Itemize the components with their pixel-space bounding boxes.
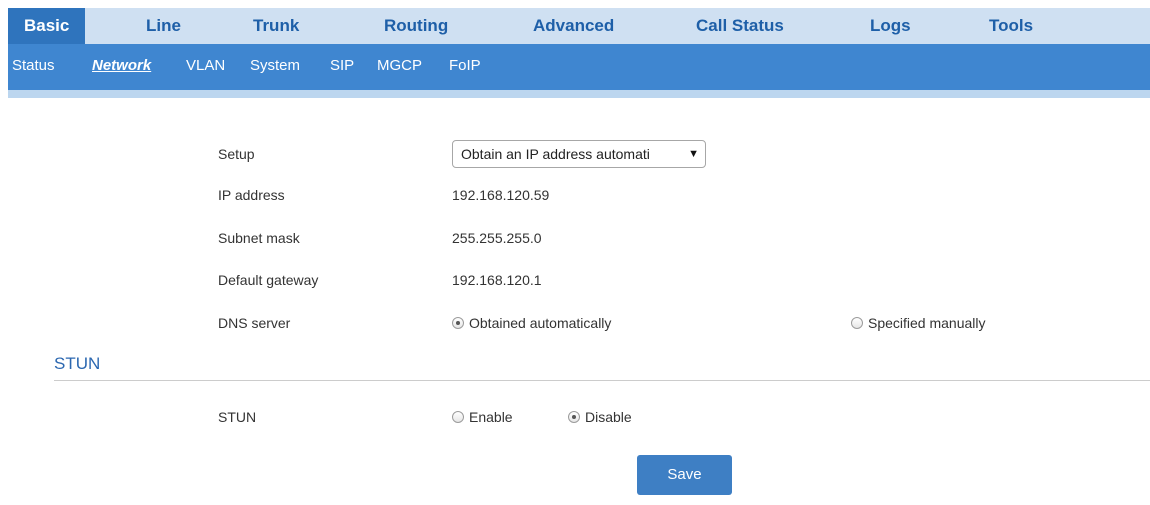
subnet-mask-label: Subnet mask	[218, 230, 300, 246]
ip-address-value: 192.168.120.59	[452, 187, 550, 203]
subtab-status[interactable]: Status	[12, 44, 55, 88]
subtab-system[interactable]: System	[250, 44, 300, 88]
tab-advanced[interactable]: Advanced	[533, 8, 614, 44]
tab-tools[interactable]: Tools	[989, 8, 1033, 44]
stun-disable-label: Disable	[585, 409, 632, 425]
subtab-mgcp[interactable]: MGCP	[377, 44, 422, 88]
tab-basic[interactable]: Basic	[8, 8, 86, 44]
subtab-vlan[interactable]: VLAN	[186, 44, 225, 88]
dns-manual-label: Specified manually	[868, 315, 986, 331]
radio-checked-icon	[568, 411, 580, 423]
top-navigation: Basic Line Trunk Routing Advanced Call S…	[8, 8, 1150, 44]
tab-routing[interactable]: Routing	[384, 8, 448, 44]
stun-enable-label: Enable	[469, 409, 513, 425]
stun-disable-radio[interactable]: Disable	[568, 409, 632, 425]
subnav-divider	[8, 90, 1150, 98]
tab-call-status[interactable]: Call Status	[696, 8, 784, 44]
tab-logs[interactable]: Logs	[870, 8, 911, 44]
default-gateway-value: 192.168.120.1	[452, 272, 542, 288]
stun-enable-radio[interactable]: Enable	[452, 409, 513, 425]
setup-select-value: Obtain an IP address automati	[461, 146, 650, 162]
dns-auto-label: Obtained automatically	[469, 315, 612, 331]
subtab-foip[interactable]: FoIP	[449, 44, 481, 88]
tab-trunk[interactable]: Trunk	[253, 8, 299, 44]
dns-manual-radio[interactable]: Specified manually	[851, 315, 986, 331]
setup-label: Setup	[218, 146, 255, 162]
stun-label: STUN	[218, 409, 257, 425]
dns-server-label: DNS server	[218, 315, 291, 331]
stun-section-title: STUN	[54, 354, 101, 373]
subtab-sip[interactable]: SIP	[330, 44, 354, 88]
default-gateway-label: Default gateway	[218, 272, 319, 288]
network-settings-panel: Setup Obtain an IP address automati ▼ IP…	[8, 98, 1150, 505]
radio-unchecked-icon	[851, 317, 863, 329]
chevron-down-icon: ▼	[688, 148, 699, 160]
app-frame: Basic Line Trunk Routing Advanced Call S…	[8, 8, 1150, 505]
save-button[interactable]: Save	[637, 455, 732, 495]
subtab-network[interactable]: Network	[92, 44, 151, 88]
subnet-mask-value: 255.255.255.0	[452, 230, 542, 246]
ip-address-label: IP address	[218, 187, 285, 203]
dns-auto-radio[interactable]: Obtained automatically	[452, 315, 611, 331]
section-divider	[54, 380, 1150, 381]
sub-navigation: Status Network VLAN System SIP MGCP FoIP	[8, 44, 1150, 90]
tab-line[interactable]: Line	[146, 8, 181, 44]
setup-select[interactable]: Obtain an IP address automati ▼	[452, 140, 706, 168]
radio-checked-icon	[452, 317, 464, 329]
radio-unchecked-icon	[452, 411, 464, 423]
